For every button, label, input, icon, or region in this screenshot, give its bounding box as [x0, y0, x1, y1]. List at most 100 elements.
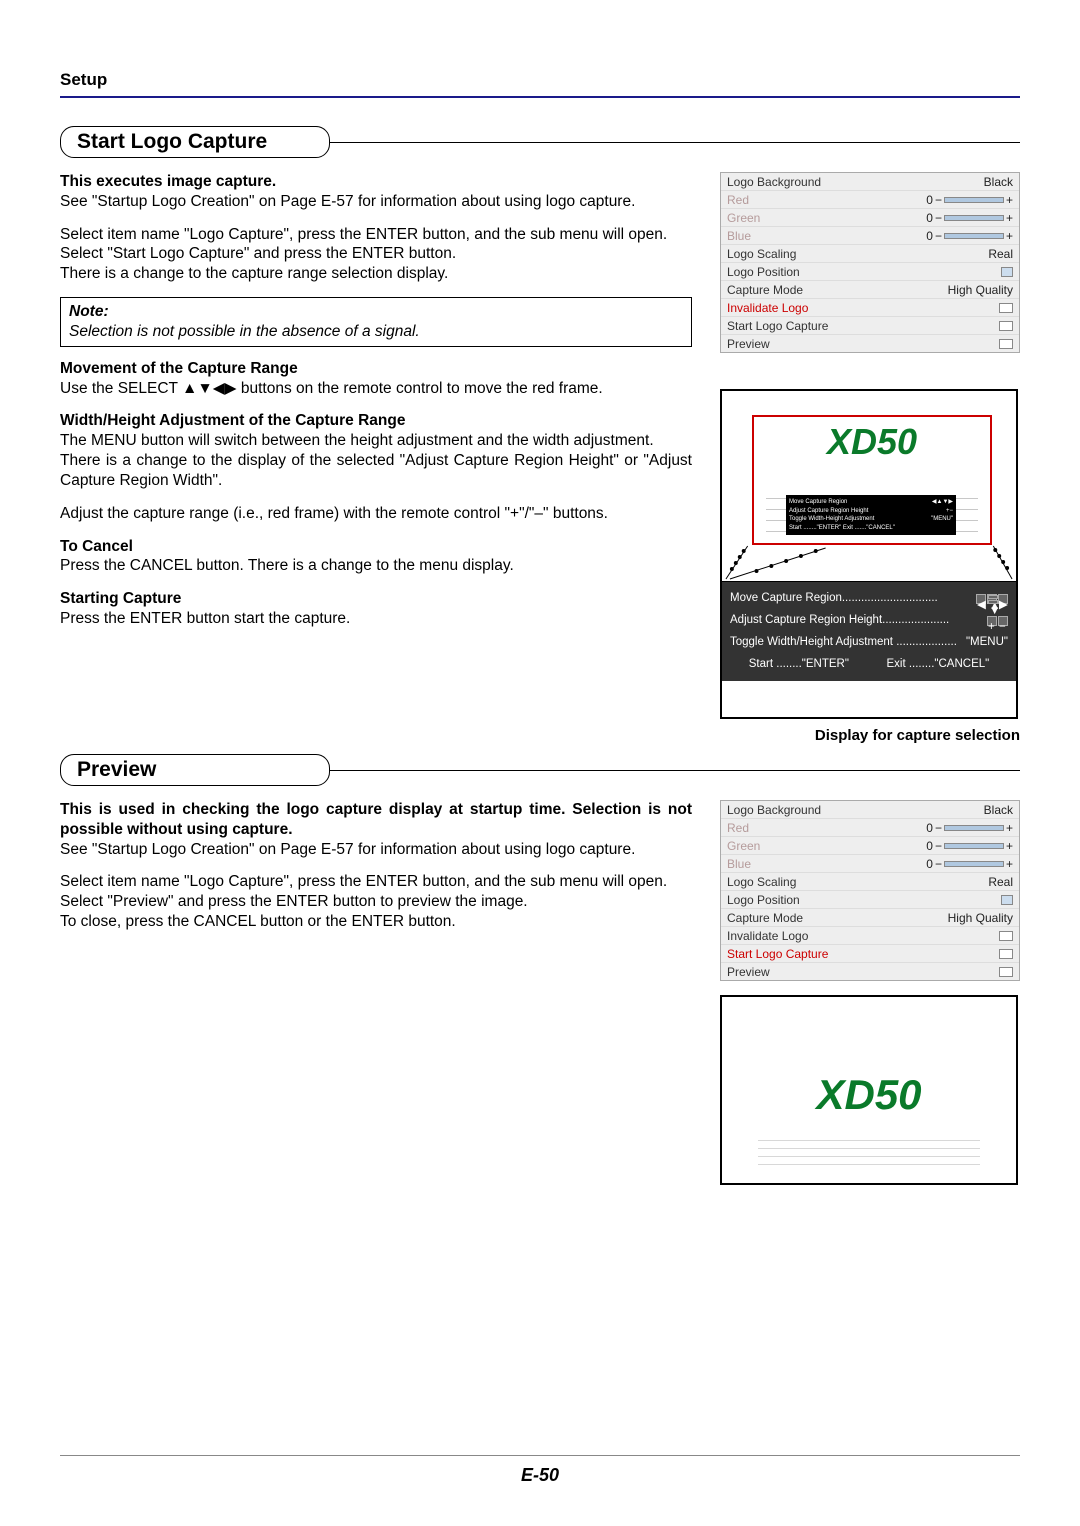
menu-item-label: Invalidate Logo [727, 301, 933, 315]
menu-item[interactable]: Green0 − + [721, 209, 1019, 227]
menu-item-value: Black [933, 175, 1013, 189]
menu-item-label: Blue [727, 229, 926, 243]
menu-item-value [933, 895, 1013, 905]
txt-p2a: Select item name "Logo Capture", press t… [60, 226, 667, 243]
page-number: E-50 [0, 1465, 1080, 1486]
capture-osd: Move Capture Region.....................… [722, 581, 1016, 681]
preview-logo-text: XD50 [816, 1071, 921, 1119]
menu-item[interactable]: Start Logo Capture [721, 317, 1019, 335]
menu-item[interactable]: Logo Position [721, 263, 1019, 281]
section-line [328, 770, 1020, 771]
menu-panel-2: Logo BackgroundBlackRed0 − +Green0 − +Bl… [720, 800, 1020, 981]
menu-item-value: High Quality [933, 911, 1013, 925]
menu-item[interactable]: Blue0 − + [721, 227, 1019, 245]
header-divider [60, 96, 1020, 98]
txt-pv1: See "Startup Logo Creation" on Page E-57… [60, 841, 635, 858]
section-line [328, 142, 1020, 143]
menu-item-label: Green [727, 211, 926, 225]
bold-preview-desc: This is used in checking the logo captur… [60, 801, 692, 838]
menu-item[interactable]: Invalidate Logo [721, 299, 1019, 317]
menu-item-value: Black [933, 803, 1013, 817]
menu-item-label: Logo Background [727, 803, 933, 817]
menu-item-value [933, 949, 1013, 959]
menu-item[interactable]: Red0 − + [721, 191, 1019, 209]
txt-pv2c: To close, press the CANCEL button or the… [60, 913, 456, 930]
bold-starting: Starting Capture [60, 589, 692, 609]
menu-item-value: 0 − + [926, 821, 1013, 835]
menu-item[interactable]: Preview [721, 963, 1019, 980]
menu-item-value: 0 − + [926, 229, 1013, 243]
menu-item[interactable]: Capture ModeHigh Quality [721, 909, 1019, 927]
menu-item-value [933, 931, 1013, 941]
section-start-logo-capture: Start Logo Capture [60, 126, 330, 158]
note-box: Note: Selection is not possible in the a… [60, 297, 692, 347]
menu-item-label: Start Logo Capture [727, 947, 933, 961]
menu-item-label: Green [727, 839, 926, 853]
menu-item-label: Invalidate Logo [727, 929, 933, 943]
menu-item[interactable]: Red0 − + [721, 819, 1019, 837]
menu-item[interactable]: Invalidate Logo [721, 927, 1019, 945]
menu-item-label: Capture Mode [727, 911, 933, 925]
bold-executes: This executes image capture. [60, 173, 276, 190]
menu-item-value: Real [933, 875, 1013, 889]
menu-item-value: High Quality [933, 283, 1013, 297]
footer-divider [60, 1455, 1020, 1456]
menu-item[interactable]: Logo BackgroundBlack [721, 173, 1019, 191]
menu-item[interactable]: Logo ScalingReal [721, 245, 1019, 263]
capture-caption: Display for capture selection [720, 727, 1020, 744]
section-preview: Preview [60, 754, 330, 786]
menu-item-label: Start Logo Capture [727, 319, 933, 333]
bold-width: Width/Height Adjustment of the Capture R… [60, 411, 692, 431]
txt-p3: Use the SELECT ▲▼◀▶ buttons on the remot… [60, 379, 692, 399]
note-title: Note: [69, 302, 683, 322]
menu-item-label: Logo Position [727, 893, 933, 907]
menu-item[interactable]: Blue0 − + [721, 855, 1019, 873]
menu-item-value: 0 − + [926, 857, 1013, 871]
txt-p2b: Select "Start Logo Capture" and press th… [60, 245, 456, 262]
menu-item-value [933, 967, 1013, 977]
menu-item-label: Logo Scaling [727, 875, 933, 889]
menu-item-label: Preview [727, 337, 933, 351]
menu-item-value [933, 267, 1013, 277]
menu-item-label: Red [727, 821, 926, 835]
txt-pv2a: Select item name "Logo Capture", press t… [60, 873, 667, 890]
menu-item[interactable]: Logo ScalingReal [721, 873, 1019, 891]
menu-item-value: 0 − + [926, 839, 1013, 853]
menu-item-label: Blue [727, 857, 926, 871]
page-header: Setup [60, 70, 1020, 90]
menu-item-value: 0 − + [926, 211, 1013, 225]
txt-p4a: The MENU button will switch between the … [60, 432, 654, 449]
menu-item[interactable]: Capture ModeHigh Quality [721, 281, 1019, 299]
menu-item[interactable]: Logo BackgroundBlack [721, 801, 1019, 819]
menu-item-label: Logo Background [727, 175, 933, 189]
menu-item-label: Preview [727, 965, 933, 979]
bold-movement: Movement of the Capture Range [60, 359, 692, 379]
txt-pv2b: Select "Preview" and press the ENTER but… [60, 893, 528, 910]
note-body: Selection is not possible in the absence… [69, 322, 683, 342]
mini-osd: Move Capture Region◀▲▼▶ Adjust Capture R… [786, 495, 956, 535]
txt-p4b: There is a change to the display of the … [60, 452, 692, 489]
menu-panel-1: Logo BackgroundBlackRed0 − +Green0 − +Bl… [720, 172, 1020, 353]
menu-item-value [933, 339, 1013, 349]
menu-item[interactable]: Start Logo Capture [721, 945, 1019, 963]
menu-item-value: 0 − + [926, 193, 1013, 207]
preview-display: XD50 [720, 995, 1018, 1185]
menu-item-value [933, 321, 1013, 331]
menu-item[interactable]: Green0 − + [721, 837, 1019, 855]
txt-p6: Press the CANCEL button. There is a chan… [60, 556, 692, 576]
txt-p2c: There is a change to the capture range s… [60, 265, 448, 282]
menu-item-label: Logo Position [727, 265, 933, 279]
menu-item[interactable]: Preview [721, 335, 1019, 352]
menu-item-label: Red [727, 193, 926, 207]
menu-item-label: Capture Mode [727, 283, 933, 297]
txt-p7: Press the ENTER button start the capture… [60, 609, 692, 629]
txt-p5: Adjust the capture range (i.e., red fram… [60, 504, 692, 524]
logo-text: XD50 [827, 421, 917, 463]
txt-p1: See "Startup Logo Creation" on Page E-57… [60, 193, 635, 210]
capture-display: XD50 Move Capture Region◀▲▼▶ Adjust Capt… [720, 389, 1018, 719]
menu-item-value: Real [933, 247, 1013, 261]
bold-cancel: To Cancel [60, 537, 692, 557]
capture-red-frame: XD50 Move Capture Region◀▲▼▶ Adjust Capt… [752, 415, 992, 545]
menu-item[interactable]: Logo Position [721, 891, 1019, 909]
menu-item-value [933, 303, 1013, 313]
